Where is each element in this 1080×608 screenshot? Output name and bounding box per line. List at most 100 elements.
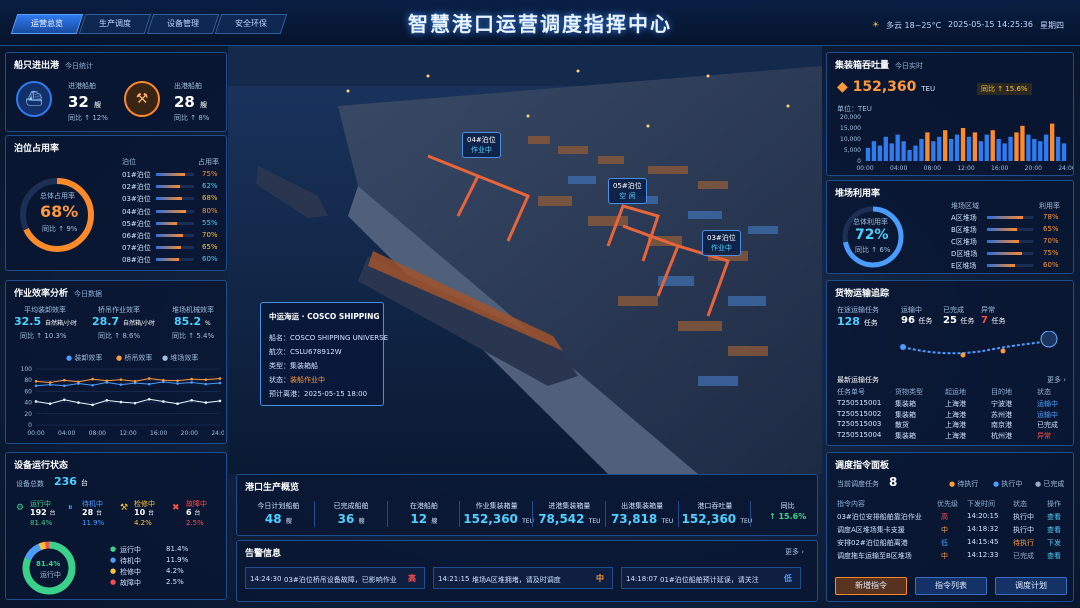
- tab-overview[interactable]: 运营总览: [10, 14, 84, 34]
- throughput-bar-chart: 20,000 15,000 10,000 5,000 000:00 04:00 08:00 1…: [840, 114, 1073, 172]
- x-tick-label: 20:00: [1025, 165, 1042, 172]
- datetime: 2025-05-15 14:25:36: [948, 20, 1033, 29]
- y-tick-label: 15,000: [840, 125, 861, 132]
- alert-level: 高: [408, 574, 416, 583]
- yard-row-name: E区堆场: [951, 262, 977, 270]
- dispatch-legend-3: ● 已完成: [1035, 480, 1065, 488]
- cargo-cell-status: 异常: [1037, 431, 1051, 440]
- cargo-more-link[interactable]: 更多 ›: [1047, 375, 1066, 385]
- cargo-header: 目的地: [991, 388, 1012, 396]
- dispatch-cell-time: 14:20:15: [967, 512, 999, 520]
- yard-panel: 堆场利用率 总体利用率 72% 同比 ↑ 6% 堆场区域 利用率 A区堆场 78%…: [826, 180, 1074, 274]
- x-tick-label: 24:00: [1058, 165, 1073, 172]
- berth-row-rate: 75%: [202, 170, 218, 178]
- bar: [937, 136, 942, 161]
- cargo-cell-id: T250515004: [837, 430, 882, 439]
- cargo-panel: 货物运输追踪 在途运输任务 128 任务 运输中 96 任务 已完成 25 任务…: [826, 280, 1074, 446]
- bar: [990, 130, 995, 161]
- production-panel: 港口生产概览 今日计划船舶 48 艘 已完成船舶 36 艘 在港船舶 12 艘 作业集装箱量…: [236, 474, 818, 536]
- cargo-cell-to: 南京港: [991, 421, 1012, 429]
- alert-item[interactable]: 14:24:30 03#泊位桥吊设备故障，已影响作业 高: [245, 567, 425, 589]
- dispatch-pending-label: 当前调度任务: [837, 480, 879, 488]
- prod-item-value: 78,542 TEU: [538, 512, 601, 526]
- ship-info-card[interactable]: 中运海运 · COSCO SHIPPING 船名：COSCO SHIPPING …: [260, 302, 388, 406]
- prod-item-value: 152,360 TEU: [681, 512, 753, 526]
- series-point: [48, 381, 52, 384]
- berth-panel: 泊位占用率 总体占用率 68% 同比 ↑ 9% 泊位 占用率 01#泊位 75% 0…: [5, 135, 227, 271]
- berth-row-bar-fill: [156, 185, 180, 189]
- cargo-header: 状态: [1037, 388, 1051, 396]
- command-list-button[interactable]: 指令列表: [915, 577, 987, 595]
- x-tick-label: 16:00: [150, 430, 167, 437]
- dispatch-plan-button[interactable]: 调度计划: [995, 577, 1067, 595]
- berth-row-rate: 60%: [202, 255, 218, 264]
- alert-item[interactable]: 14:21:15 堆场A区堆拥堵，请及时调度 中: [433, 567, 613, 589]
- berth-row-bar-fill: [156, 258, 179, 262]
- alert-more-link[interactable]: 更多 ›: [785, 547, 804, 557]
- equip-legend-label: 运行中: [120, 546, 141, 554]
- y-tick-label: 80: [24, 377, 32, 384]
- dispatch-panel: 调度指令面板 当前调度任务 8 ● 待执行 ● 执行中 ● 已完成 新增指令 指…: [826, 452, 1074, 602]
- series-point: [147, 382, 151, 386]
- prod-divider: [677, 501, 679, 527]
- cargo-cell-from: 上海港: [945, 400, 966, 408]
- yard-row-bar: [987, 240, 1033, 243]
- dispatch-action-link[interactable]: 查看: [1047, 512, 1061, 522]
- dispatch-action-link[interactable]: 查看: [1047, 551, 1061, 561]
- yard-ring-change: 同比 ↑ 6%: [855, 246, 891, 254]
- ship-name: COSCO SHIPPING UNIVERSE: [290, 334, 388, 342]
- bar: [996, 139, 1001, 161]
- yard-row-rate: 65%: [1043, 225, 1059, 233]
- dispatch-action-link[interactable]: 下发: [1047, 538, 1061, 548]
- cargo-cell-type: 散货: [895, 421, 909, 429]
- dispatch-action-link[interactable]: 查看: [1047, 525, 1061, 535]
- alert-level: 中: [596, 574, 604, 583]
- ships-panel: 船只进出港 今日统计 ⛴ 进港船舶 32 艘 同比 ↑ 12% ⚒ 出港船舶 28…: [5, 52, 227, 132]
- berth-05-label: 05#泊位: [613, 182, 642, 190]
- tab-safety[interactable]: 安全环保: [214, 14, 288, 34]
- berth-row-rate: 80%: [202, 206, 218, 215]
- y-tick-label: 5,000: [844, 147, 861, 154]
- berth-row-bar-fill: [156, 173, 185, 176]
- berth-04-tag[interactable]: 04#泊位 作业中: [462, 132, 501, 158]
- tab-equipment[interactable]: 设备管理: [146, 14, 220, 34]
- eff-m3-change: 同比 ↑ 5.4%: [172, 332, 215, 340]
- berth-03-status: 作业中: [710, 244, 732, 252]
- berth-col-rate: 占用率: [198, 158, 219, 166]
- new-command-button[interactable]: 新增指令: [835, 577, 907, 595]
- alert-time: 14:18:07: [626, 575, 658, 583]
- berth-row-bar: [156, 173, 194, 176]
- cargo-header: 起运地: [945, 388, 966, 396]
- yard-row-bar: [987, 216, 1033, 219]
- dispatch-cell-priority: 低: [941, 539, 948, 547]
- cargo-cell-type: 集装箱: [895, 400, 916, 408]
- yard-row-name: B区堆场: [951, 226, 977, 234]
- port-scene: 04#泊位 作业中 05#泊位空 闲 03#泊位 作业中: [228, 46, 822, 474]
- dispatch-cell-time: 14:12:33: [967, 551, 999, 559]
- y-tick-label: 40: [24, 400, 32, 407]
- cargo-s3-value: 25 任务: [943, 315, 975, 326]
- equip-legend-pct: 11.9%: [166, 556, 189, 564]
- berth-row-rate: 70%: [202, 231, 218, 239]
- berth-05-tag[interactable]: 05#泊位空 闲: [608, 178, 647, 204]
- bar: [865, 147, 871, 161]
- cargo-cell-status: 运输中: [1037, 400, 1058, 408]
- cargo-cell-to: 苏州港: [991, 410, 1012, 419]
- equip-stat-value: 6 台: [186, 508, 201, 517]
- page-title: 智慧港口运营调度指挥中心: [408, 12, 672, 36]
- series-point: [34, 384, 38, 388]
- cargo-s3-label: 已完成: [943, 306, 964, 314]
- series-point: [119, 383, 123, 386]
- dispatch-cell-time: 14:15:45: [967, 538, 999, 546]
- y-tick-label: 0: [28, 422, 32, 429]
- berth-03-tag[interactable]: 03#泊位 作业中: [702, 230, 741, 256]
- prod-item-label: 进港集装箱量: [548, 502, 591, 510]
- bar: [1049, 123, 1055, 161]
- alert-item[interactable]: 14:18:07 01#泊位船舶预计延误，请关注 低: [621, 567, 801, 589]
- alert-panel: 告警信息 更多 › 14:24:30 03#泊位桥吊设备故障，已影响作业高 14:2…: [236, 540, 818, 602]
- ships-title: 船只进出港 今日统计: [14, 61, 94, 71]
- yard-row-bar: [987, 264, 1033, 267]
- x-tick-label: 08:00: [89, 430, 106, 437]
- tab-dispatch[interactable]: 生产调度: [78, 14, 152, 34]
- equip-stat-value: 28 台: [82, 508, 102, 517]
